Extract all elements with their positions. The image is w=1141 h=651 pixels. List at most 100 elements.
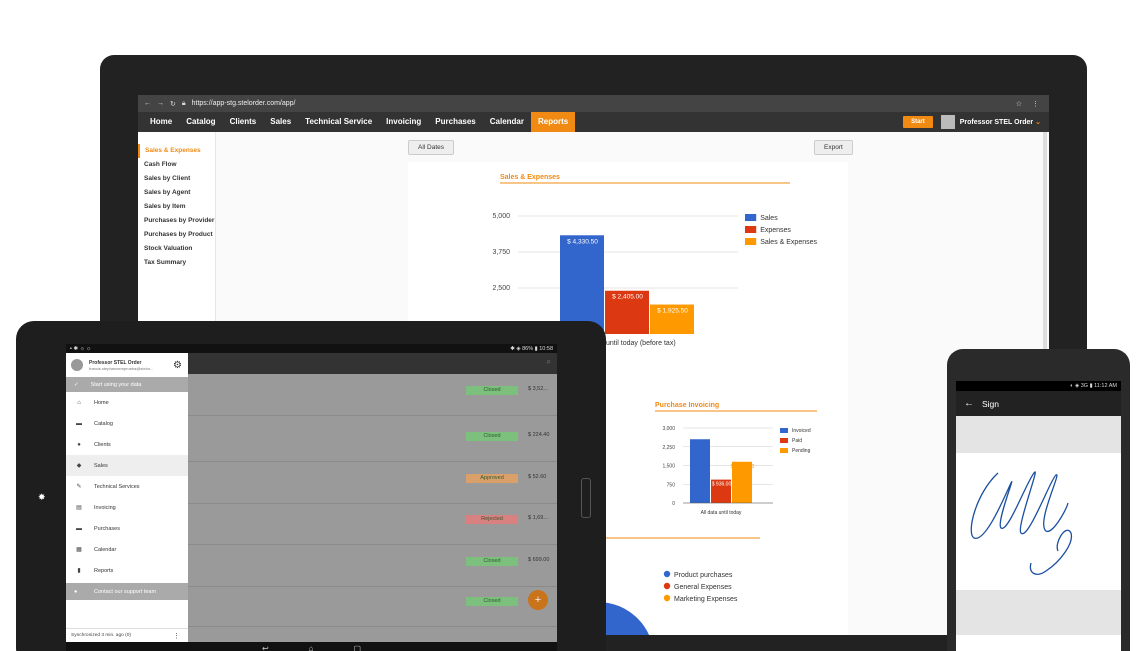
reload-icon[interactable]: ↻ — [170, 100, 176, 108]
sidebar-item-tax-summary[interactable]: Tax Summary — [138, 256, 215, 270]
status-badge: Closed — [466, 432, 518, 441]
y-tick-label: 2,500 — [492, 285, 510, 292]
notification-icon: ▪ ✱ ☼ ☼ — [70, 345, 92, 352]
export-button[interactable]: Export — [814, 140, 853, 155]
legend-label: Sales & Expenses — [760, 239, 817, 246]
forward-icon[interactable]: → — [157, 100, 164, 107]
calendar-icon: ▦ — [76, 547, 82, 553]
drawer-item-clients[interactable]: ● Clients — [66, 434, 188, 455]
user-menu[interactable]: Professor STEL Order ⌄ — [960, 118, 1041, 126]
legend-swatch — [745, 226, 757, 233]
sidebar-item-stock-valuation[interactable]: Stock Valuation — [138, 242, 215, 256]
pie-slice-product-purchases — [598, 602, 650, 635]
y-tick-label: 3,000 — [662, 426, 675, 432]
sidebar-item-cash-flow[interactable]: Cash Flow — [138, 158, 215, 172]
data-label: $ 936.00 — [712, 482, 732, 488]
legend-swatch — [663, 570, 671, 578]
nav-calendar[interactable]: Calendar — [483, 112, 531, 132]
drawer-header: Professor STEL Order francis.stephanoemp… — [66, 353, 188, 377]
search-icon[interactable]: ⌕ — [547, 357, 551, 367]
nav-technical-service[interactable]: Technical Service — [298, 112, 379, 132]
battery-text: 86% — [522, 345, 534, 352]
avatar — [71, 359, 83, 371]
document-icon: ▤ — [76, 505, 82, 511]
y-tick-label: 5,000 — [492, 213, 510, 220]
phone-device: ◐ ◈ 3G ▮ 11:12 AM ← Sign — [947, 349, 1130, 651]
sidebar-item-purchases-by-product[interactable]: Purchases by Product — [138, 228, 215, 242]
recents-icon[interactable]: ▢ — [353, 644, 361, 651]
legend-label: Product purchases — [674, 572, 733, 579]
drawer-item-label: Reports — [94, 567, 114, 574]
bar-sales — [560, 235, 604, 334]
purchases-icon: ▬ — [76, 525, 82, 532]
nav-sales[interactable]: Sales — [263, 112, 298, 132]
legend-label: Marketing Expenses — [674, 596, 738, 603]
y-tick-label: 1,500 — [662, 464, 675, 470]
all-dates-button[interactable]: All Dates — [408, 140, 455, 155]
sidebar-item-sales-by-agent[interactable]: Sales by Agent — [138, 186, 215, 200]
legend-swatch — [745, 214, 757, 221]
wifi-icon: ✱ ◈ — [510, 345, 523, 352]
tablet-home-button[interactable] — [581, 478, 591, 518]
signal-icon: ◐ ◈ — [1070, 383, 1080, 389]
drawer-item-label: Home — [94, 399, 109, 406]
drawer-item-label: Invoicing — [94, 504, 116, 511]
drawer-item-purchases[interactable]: ▬ Purchases — [66, 518, 188, 539]
back-arrow-icon[interactable]: ← — [964, 398, 974, 409]
home-icon[interactable]: ⌂ — [309, 644, 314, 651]
drawer-item-reports[interactable]: ▮ Reports — [66, 560, 188, 581]
signature-canvas[interactable] — [956, 453, 1121, 590]
data-label: $ 2,405.00 — [612, 294, 643, 301]
nav-invoicing[interactable]: Invoicing — [379, 112, 428, 132]
tablet-nav-bar: ↩ ⌂ ▢ — [66, 642, 557, 651]
nav-home[interactable]: Home — [143, 112, 179, 132]
browser-menu-icon[interactable]: ☆ ⋮ — [1016, 100, 1043, 108]
address-bar[interactable]: https://app-stg.stelorder.com/app/ — [192, 100, 296, 107]
avatar[interactable] — [940, 115, 955, 129]
drawer-item-technical-services[interactable]: ✎ Technical Services — [66, 476, 188, 497]
status-badge: Closed — [466, 597, 518, 606]
tablet-screen: ▪ ✱ ☼ ☼ ✱ ◈ 86% ▮ 10:58 ⌕ Closed $ 3,52..… — [66, 344, 557, 651]
x-category-label: until today (before tax) — [606, 340, 676, 347]
amount-text: $ 3,52... — [528, 386, 548, 392]
legend-swatch — [663, 582, 671, 590]
sidebar-item-sales-by-item[interactable]: Sales by Item — [138, 200, 215, 214]
bar-invoiced — [690, 439, 710, 503]
sidebar-item-sales-by-client[interactable]: Sales by Client — [138, 172, 215, 186]
amount-text: $ 1,69... — [528, 515, 548, 521]
drawer-item-calendar[interactable]: ▦ Calendar — [66, 539, 188, 560]
sidebar-item-sales-expenses[interactable]: Sales & Expenses — [138, 144, 215, 158]
gear-icon[interactable]: ⚙ — [173, 360, 182, 371]
back-icon[interactable]: ← — [144, 100, 151, 107]
camera-icon: ✸ — [38, 492, 46, 502]
more-vert-icon[interactable]: ⋮ — [173, 632, 180, 640]
nav-catalog[interactable]: Catalog — [179, 112, 222, 132]
nav-purchases[interactable]: Purchases — [428, 112, 482, 132]
sidebar-item-purchases-by-provider[interactable]: Purchases by Provider — [138, 214, 215, 228]
legend-swatch — [780, 428, 788, 433]
wrench-icon: ✎ — [76, 484, 82, 490]
nav-clients[interactable]: Clients — [223, 112, 264, 132]
drawer-item-home[interactable]: ⌂ Home — [66, 392, 188, 413]
amount-text: $ 699.00 — [528, 557, 550, 563]
home-icon: ⌂ — [77, 399, 81, 406]
legend-swatch — [663, 594, 671, 602]
signature-header-area — [956, 416, 1121, 453]
phone-status-bar: ◐ ◈ 3G ▮ 11:12 AM — [956, 381, 1121, 391]
start-button[interactable]: Start — [903, 116, 933, 128]
y-tick-label: 0 — [672, 501, 675, 507]
add-fab-button[interactable]: + — [528, 590, 548, 610]
start-using-item[interactable]: ✓ Start using your data — [66, 377, 188, 392]
clients-icon: ● — [77, 441, 81, 448]
data-label: $ 1,925.50 — [657, 308, 688, 315]
legend-label: Pending — [792, 448, 811, 454]
back-icon[interactable]: ↩ — [262, 644, 269, 651]
check-icon: ✓ — [74, 381, 79, 388]
drawer-item-label: Calendar — [94, 546, 117, 553]
drawer-item-sales[interactable]: ◆ Sales — [66, 455, 188, 476]
amount-text: $ 52.60 — [528, 474, 547, 480]
nav-reports[interactable]: Reports — [530, 112, 576, 132]
drawer-item-invoicing[interactable]: ▤ Invoicing — [66, 497, 188, 518]
contact-support-item[interactable]: ● Contact our support team — [66, 583, 188, 600]
drawer-item-catalog[interactable]: ▬ Catalog — [66, 413, 188, 434]
